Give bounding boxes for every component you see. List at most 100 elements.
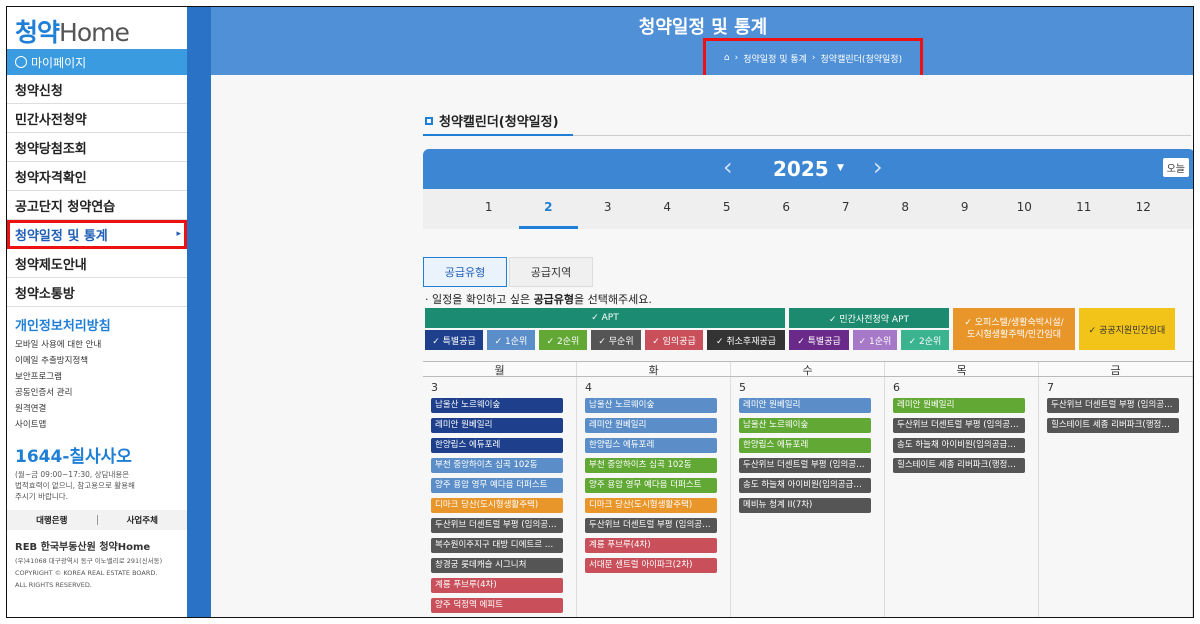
legend-apt-unranked[interactable]: ✓ 무순위 [591, 330, 641, 350]
calendar-event[interactable]: 남울산 노르웨이숲 [431, 398, 563, 413]
menu-community[interactable]: 청약소통방 [7, 278, 187, 307]
logo-english: Home [59, 18, 130, 47]
tab-month-2[interactable]: 2 [518, 189, 578, 229]
menu-winner-check[interactable]: 청약당첨조회 [7, 133, 187, 162]
legend-apt-random[interactable]: ✓ 임의공급 [645, 330, 703, 350]
legend-apt-resupply[interactable]: ✓ 취소후재공급 [707, 330, 785, 350]
calendar-event[interactable]: 송도 하늘채 아이비원(임의공급… [893, 438, 1025, 453]
legend-public-rental[interactable]: ✓ 공공지원민간임대 [1079, 308, 1175, 350]
calendar-event[interactable]: 두산위브 더센트럴 부평 (임의공… [739, 458, 871, 473]
bank-link[interactable]: 대행은행 [7, 510, 97, 530]
link-security[interactable]: 보안프로그램 [7, 368, 187, 384]
legend-private-pre[interactable]: ✓ 민간사전청약 APT [789, 308, 949, 328]
next-year-icon[interactable]: › [873, 153, 883, 181]
calendar-event[interactable]: 레미안 원베일리 [585, 418, 717, 433]
tab-month-9[interactable]: 9 [935, 189, 995, 229]
calendar-event[interactable]: 양주 용암 영무 예다음 더퍼스트 [585, 478, 717, 493]
day-cell: 7 두산위브 더센트럴 부평 (임의공… 힐스테이트 세종 리버파크(행정… [1039, 377, 1193, 617]
calendar-event[interactable]: 레미안 원베일리 [893, 398, 1025, 413]
calendar-event[interactable]: 양주 덕정역 에피트 [431, 598, 563, 613]
calendar-event[interactable]: 계룡 푸브루(4차) [431, 578, 563, 593]
calendar-event[interactable]: 부천 중앙하이츠 심곡 102동 [585, 458, 717, 473]
calendar-event[interactable]: 한양립스 에듀포레 [431, 438, 563, 453]
mypage-button[interactable]: 마이페이지 [7, 49, 187, 75]
link-cert[interactable]: 공동인증서 관리 [7, 384, 187, 400]
phone-note-2: 법적효력이 없으니, 참고용으로 활용해 [15, 481, 135, 490]
legend-apt-special[interactable]: ✓ 특별공급 [425, 330, 483, 350]
menu-qualification[interactable]: 청약자격확인 [7, 162, 187, 191]
privacy-link[interactable]: 개인정보처리방침 [7, 307, 187, 336]
hint-post: 을 선택해주세요. [574, 293, 652, 306]
day-number: 4 [585, 381, 592, 394]
calendar-event[interactable]: 창경궁 롯데캐슬 시그니처 [431, 558, 563, 573]
menu-guide[interactable]: 청약제도안내 [7, 249, 187, 278]
calendar-event[interactable]: 서대문 센트럴 아이파크(2차) [585, 558, 717, 573]
section-title: 청약캘린더(청약일정) [425, 111, 559, 130]
calendar-event[interactable]: 힐스테이트 세종 리버파크(행정… [893, 458, 1025, 473]
tab-month-7[interactable]: 7 [816, 189, 876, 229]
link-email[interactable]: 이메일 추출방지정책 [7, 352, 187, 368]
legend-office[interactable]: ✓ 오피스텔/생활숙박시설/도시형생활주택/민간임대 [953, 308, 1075, 350]
calendar-event[interactable]: 두산위브 더센트럴 부평 (임의공… [585, 518, 717, 533]
breadcrumb-item-2[interactable]: 청약캘린더(청약일정) [821, 52, 903, 65]
tab-month-11[interactable]: 11 [1054, 189, 1114, 229]
calendar-event[interactable]: 계룡 푸브루(4차) [585, 538, 717, 553]
calendar-event[interactable]: 디마크 당산(도시형생활주택) [585, 498, 717, 513]
legend-apt[interactable]: ✓ APT [425, 308, 785, 328]
calendar-event[interactable]: 부천 중앙하이츠 심곡 102동 [431, 458, 563, 473]
business-link[interactable]: 사업주체 [98, 510, 188, 530]
tab-month-3[interactable]: 3 [578, 189, 638, 229]
calendar-event[interactable]: 두산위브 더센트럴 부평 (임의공… [1047, 398, 1179, 413]
year-value[interactable]: 2025 [773, 157, 829, 181]
link-mobile[interactable]: 모바일 사용에 대한 안내 [7, 336, 187, 352]
calendar-event[interactable]: 두산위브 더센트럴 부평 (임의공… [431, 518, 563, 533]
phone-number: 1644-칠사사오 [15, 447, 132, 467]
tab-month-12[interactable]: 12 [1114, 189, 1174, 229]
calendar-event[interactable]: 레미안 원베일리 [739, 398, 871, 413]
calendar-event[interactable]: 메비뉴 청계 II(7차) [739, 498, 871, 513]
tab-supply-region[interactable]: 공급지역 [509, 257, 593, 287]
footer-logo: REB 한국부동산원 청약Home [15, 542, 151, 553]
prev-year-icon[interactable]: ‹ [723, 153, 733, 181]
calendar-event[interactable]: 양주 용암 영무 예다음 더퍼스트 [431, 478, 563, 493]
legend-apt-first[interactable]: ✓ 1순위 [487, 330, 535, 350]
calendar-event[interactable]: 남울산 노르웨이숲 [585, 398, 717, 413]
legend-pre-special[interactable]: ✓ 특별공급 [789, 330, 849, 350]
tab-month-4[interactable]: 4 [638, 189, 698, 229]
tab-month-6[interactable]: 6 [757, 189, 817, 229]
legend-pre-second[interactable]: ✓ 2순위 [901, 330, 949, 350]
tab-month-5[interactable]: 5 [697, 189, 757, 229]
tab-month-8[interactable]: 8 [876, 189, 936, 229]
home-icon[interactable]: ⌂ [724, 53, 730, 63]
menu-apply[interactable]: 청약신청 [7, 75, 187, 104]
legend-pre-first[interactable]: ✓ 1순위 [853, 330, 897, 350]
instruction-text: · 일정을 확인하고 싶은 공급유형을 선택해주세요. [425, 291, 652, 307]
tab-month-1[interactable]: 1 [459, 189, 519, 229]
today-button[interactable]: 오늘 [1162, 158, 1189, 177]
menu-schedule-stats[interactable]: 청약일정 및 통계 [7, 220, 187, 249]
link-sitemap[interactable]: 사이트맵 [7, 416, 187, 432]
breadcrumb-item-1[interactable]: 청약일정 및 통계 [743, 52, 807, 65]
hint-pre: · 일정을 확인하고 싶은 [425, 293, 534, 306]
calendar-event[interactable]: 레미안 원베일리 [431, 418, 563, 433]
logo[interactable]: 청약Home [7, 7, 187, 49]
calendar-event[interactable]: 한양립스 에듀포레 [739, 438, 871, 453]
calendar-week: 3 남울산 노르웨이숲 레미안 원베일리 한양립스 에듀포레 부천 중앙하이츠 심곡 1… [423, 377, 1193, 617]
menu-practice[interactable]: 공고단지 청약연습 [7, 191, 187, 220]
legend-apt-second[interactable]: ✓ 2순위 [539, 330, 587, 350]
link-remote[interactable]: 원격연결 [7, 400, 187, 416]
caret-down-icon[interactable]: ▼ [837, 163, 844, 173]
footer-address: (우)41068 대구광역시 동구 이노밸리로 291(신서동) [15, 557, 163, 565]
calendar-event[interactable]: 한양립스 에듀포레 [585, 438, 717, 453]
calendar-event[interactable]: 디마크 당산(도시형생활주택) [431, 498, 563, 513]
calendar-event[interactable]: 힐스테이트 세종 리버파크(행정… [1047, 418, 1179, 433]
calendar-event[interactable]: 남울산 노르웨이숲 [739, 418, 871, 433]
calendar-event[interactable]: 두산위브 더센트럴 부평 (임의공… [893, 418, 1025, 433]
calendar-event[interactable]: 송도 하늘채 아이비원(임의공급… [739, 478, 871, 493]
tab-month-10[interactable]: 10 [995, 189, 1055, 229]
tab-supply-type[interactable]: 공급유형 [423, 257, 507, 287]
main-content: 청약일정 및 통계 ⌂ › 청약일정 및 통계 › 청약캘린더(청약일정) 청약… [211, 7, 1193, 617]
calendar-event[interactable]: 복수원이주지구 대방 디에트르 … [431, 538, 563, 553]
menu-private-pre[interactable]: 민간사전청약 [7, 104, 187, 133]
filter-tabs: 공급유형 공급지역 [423, 257, 593, 287]
